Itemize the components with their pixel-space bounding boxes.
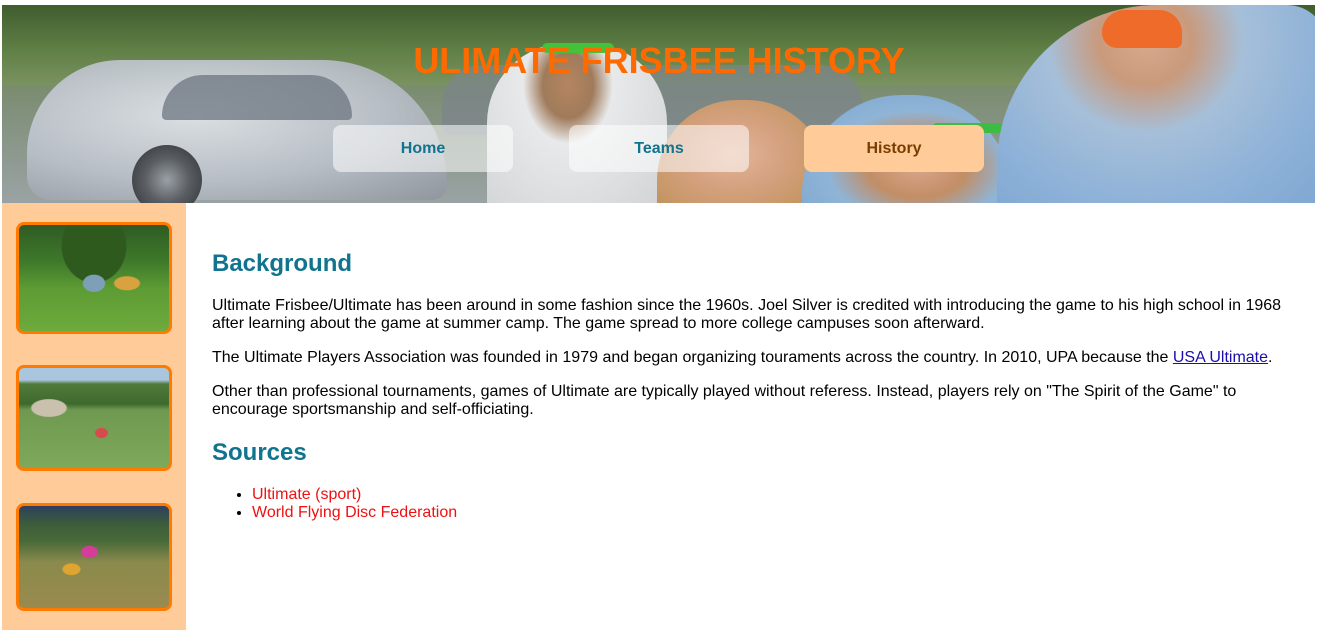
paragraph-text: .: [1268, 349, 1273, 366]
frisbee-photo-thumbnail: [16, 222, 172, 334]
background-heading: Background: [212, 250, 353, 277]
sources-list: Ultimate (sport) World Flying Disc Feder…: [212, 486, 457, 522]
background-paragraph: Ultimate Frisbee/Ultimate has been aroun…: [212, 297, 1282, 332]
nav-history-button[interactable]: History: [804, 125, 984, 172]
sources-heading: Sources: [212, 439, 307, 466]
sidebar: [2, 203, 186, 630]
list-item: World Flying Disc Federation: [252, 504, 457, 522]
paragraph-text: The Ultimate Players Association was fou…: [212, 349, 1173, 366]
header-banner: [2, 5, 1315, 203]
background-paragraph: Other than professional tournaments, gam…: [212, 383, 1237, 418]
frisbee-photo-thumbnail: [16, 503, 172, 611]
source-link[interactable]: World Flying Disc Federation: [252, 504, 457, 521]
nav-home-button[interactable]: Home: [333, 125, 513, 172]
source-link[interactable]: Ultimate (sport): [252, 486, 361, 503]
list-item: Ultimate (sport): [252, 486, 457, 504]
page-title: ULIMATE FRISBEE HISTORY: [413, 40, 905, 81]
background-paragraph: The Ultimate Players Association was fou…: [212, 349, 1287, 367]
frisbee-photo-thumbnail: [16, 365, 172, 471]
nav-teams-button[interactable]: Teams: [569, 125, 749, 172]
usa-ultimate-link[interactable]: USA Ultimate: [1173, 349, 1268, 366]
